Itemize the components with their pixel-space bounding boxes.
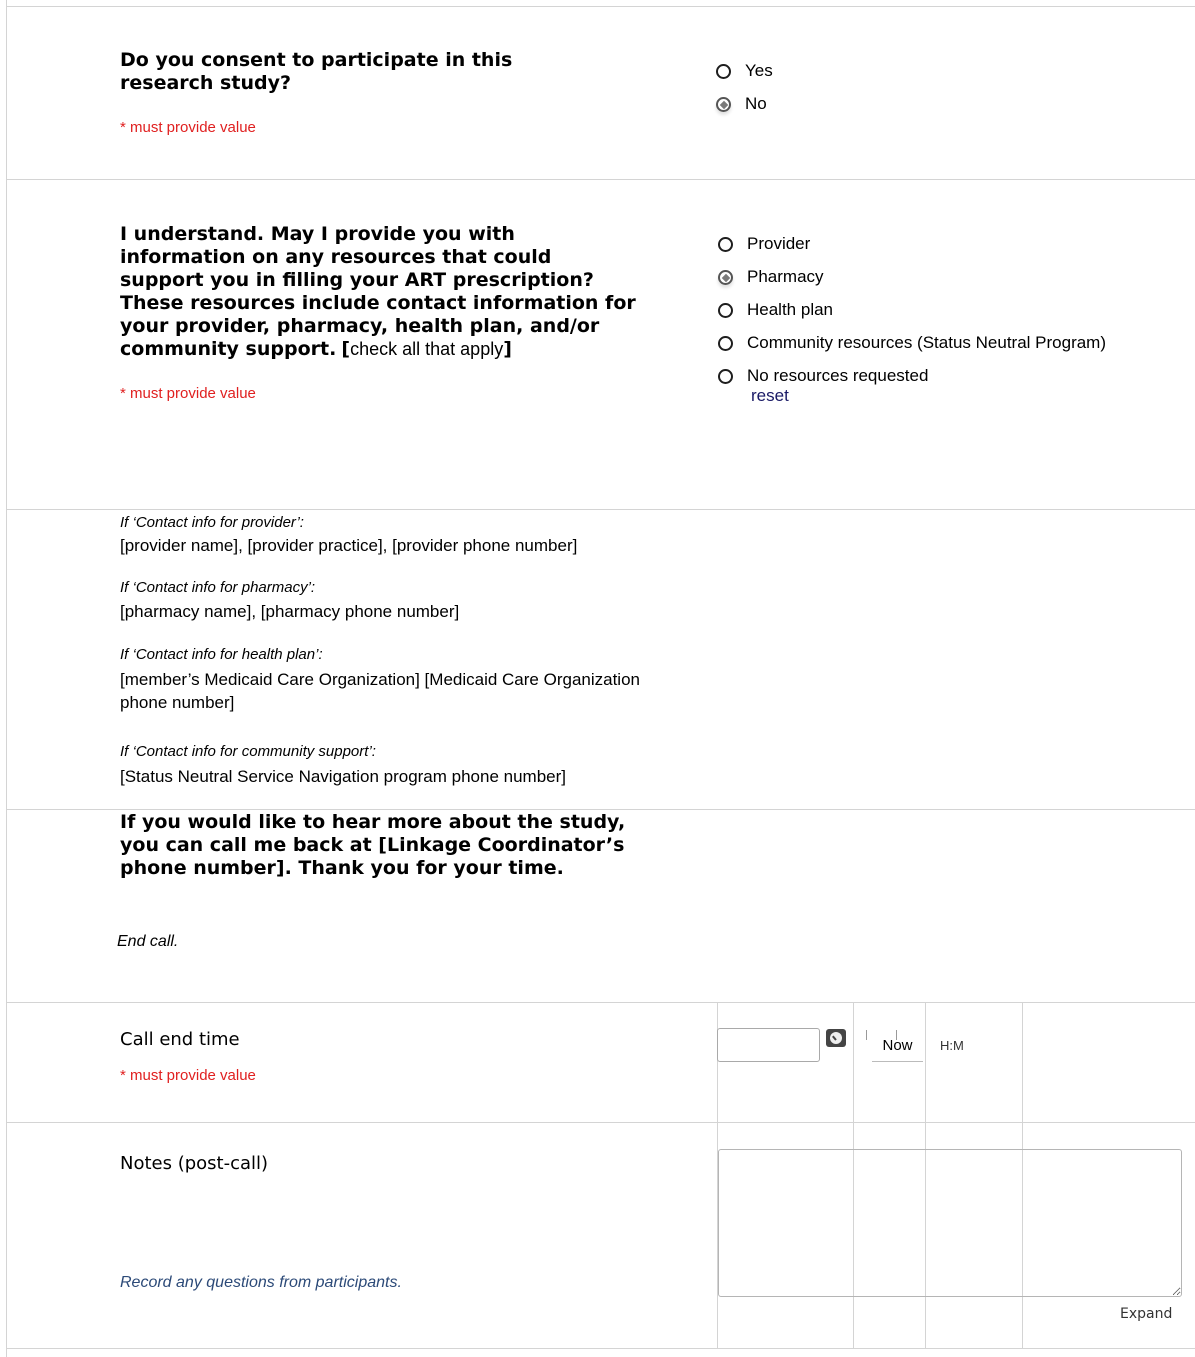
consent-required-note: * must provide value bbox=[120, 119, 256, 136]
radio-none[interactable] bbox=[718, 368, 733, 384]
row-divider bbox=[6, 1002, 1195, 1003]
row-divider bbox=[6, 809, 1195, 810]
row-divider bbox=[6, 6, 1195, 7]
call-end-time-label: Call end time bbox=[120, 1029, 240, 1050]
consent-option-yes[interactable]: Yes bbox=[716, 61, 773, 81]
call-end-required-note: * must provide value bbox=[120, 1067, 256, 1084]
notes-label: Notes (post-call) bbox=[120, 1153, 269, 1174]
resource-option-label: Provider bbox=[747, 234, 811, 253]
resource-option-label: Pharmacy bbox=[747, 267, 824, 286]
end-call-instruction: End call. bbox=[117, 933, 179, 950]
now-button[interactable]: Now bbox=[872, 1034, 923, 1062]
closing-statement: If you would like to hear more about the… bbox=[120, 811, 626, 879]
radio-yes[interactable] bbox=[716, 63, 731, 79]
notes-hint: Record any questions from participants. bbox=[120, 1274, 402, 1291]
survey-form: Do you consent to participate in this re… bbox=[0, 0, 1195, 1357]
bracket-close: ] bbox=[503, 338, 512, 360]
call-end-time-input[interactable] bbox=[717, 1028, 820, 1062]
notes-textarea[interactable] bbox=[718, 1149, 1182, 1297]
consent-option-label: No bbox=[745, 94, 767, 113]
resource-option-pharmacy[interactable]: Pharmacy bbox=[718, 267, 824, 287]
resource-option-label: Community resources (Status Neutral Prog… bbox=[747, 333, 1107, 352]
radio-provider[interactable] bbox=[718, 236, 733, 252]
pharmacy-info-label: If ‘Contact info for pharmacy’: bbox=[120, 579, 316, 596]
bracket-open: [ bbox=[341, 338, 351, 360]
row-divider bbox=[6, 1122, 1195, 1123]
check-all-instruction: check all that apply bbox=[350, 339, 504, 359]
resource-option-label: No resources requested bbox=[747, 366, 929, 385]
radio-no-selected[interactable] bbox=[716, 96, 731, 112]
divider-tick bbox=[866, 1030, 867, 1040]
provider-info-label: If ‘Contact info for provider’: bbox=[120, 514, 304, 531]
left-border bbox=[6, 0, 7, 1357]
resource-option-community[interactable]: Community resources (Status Neutral Prog… bbox=[718, 333, 1106, 353]
radio-health-plan[interactable] bbox=[718, 302, 733, 318]
expand-link[interactable]: Expand bbox=[1120, 1306, 1172, 1322]
healthplan-info-text: [member’s Medicaid Care Organization] [M… bbox=[120, 670, 640, 689]
resource-option-label: Health plan bbox=[747, 300, 834, 319]
pharmacy-info-text: [pharmacy name], [pharmacy phone number] bbox=[120, 602, 460, 621]
row-divider bbox=[6, 509, 1195, 510]
resources-required-note: * must provide value bbox=[120, 385, 256, 402]
consent-option-no[interactable]: No bbox=[716, 94, 767, 114]
resource-option-health-plan[interactable]: Health plan bbox=[718, 300, 833, 320]
healthplan-info-label: If ‘Contact info for health plan’: bbox=[120, 646, 323, 663]
community-info-label: If ‘Contact info for community support’: bbox=[120, 743, 376, 760]
resource-option-provider[interactable]: Provider bbox=[718, 234, 810, 254]
row-divider bbox=[6, 1348, 1195, 1349]
radio-community[interactable] bbox=[718, 335, 733, 351]
row-divider bbox=[6, 179, 1195, 180]
consent-option-label: Yes bbox=[745, 61, 773, 80]
clock-icon[interactable] bbox=[826, 1029, 846, 1047]
consent-question: Do you consent to participate in this re… bbox=[120, 49, 513, 94]
community-info-text: [Status Neutral Service Navigation progr… bbox=[120, 767, 567, 786]
radio-pharmacy-selected[interactable] bbox=[718, 269, 733, 285]
time-format-hint: H:M bbox=[940, 1038, 964, 1053]
healthplan-info-text-cont: phone number] bbox=[120, 693, 235, 712]
resources-question: I understand. May I provide you with inf… bbox=[120, 223, 640, 361]
resource-option-none[interactable]: No resources requested bbox=[718, 366, 928, 386]
reset-link[interactable]: reset bbox=[751, 386, 789, 406]
provider-info-text: [provider name], [provider practice], [p… bbox=[120, 536, 578, 555]
